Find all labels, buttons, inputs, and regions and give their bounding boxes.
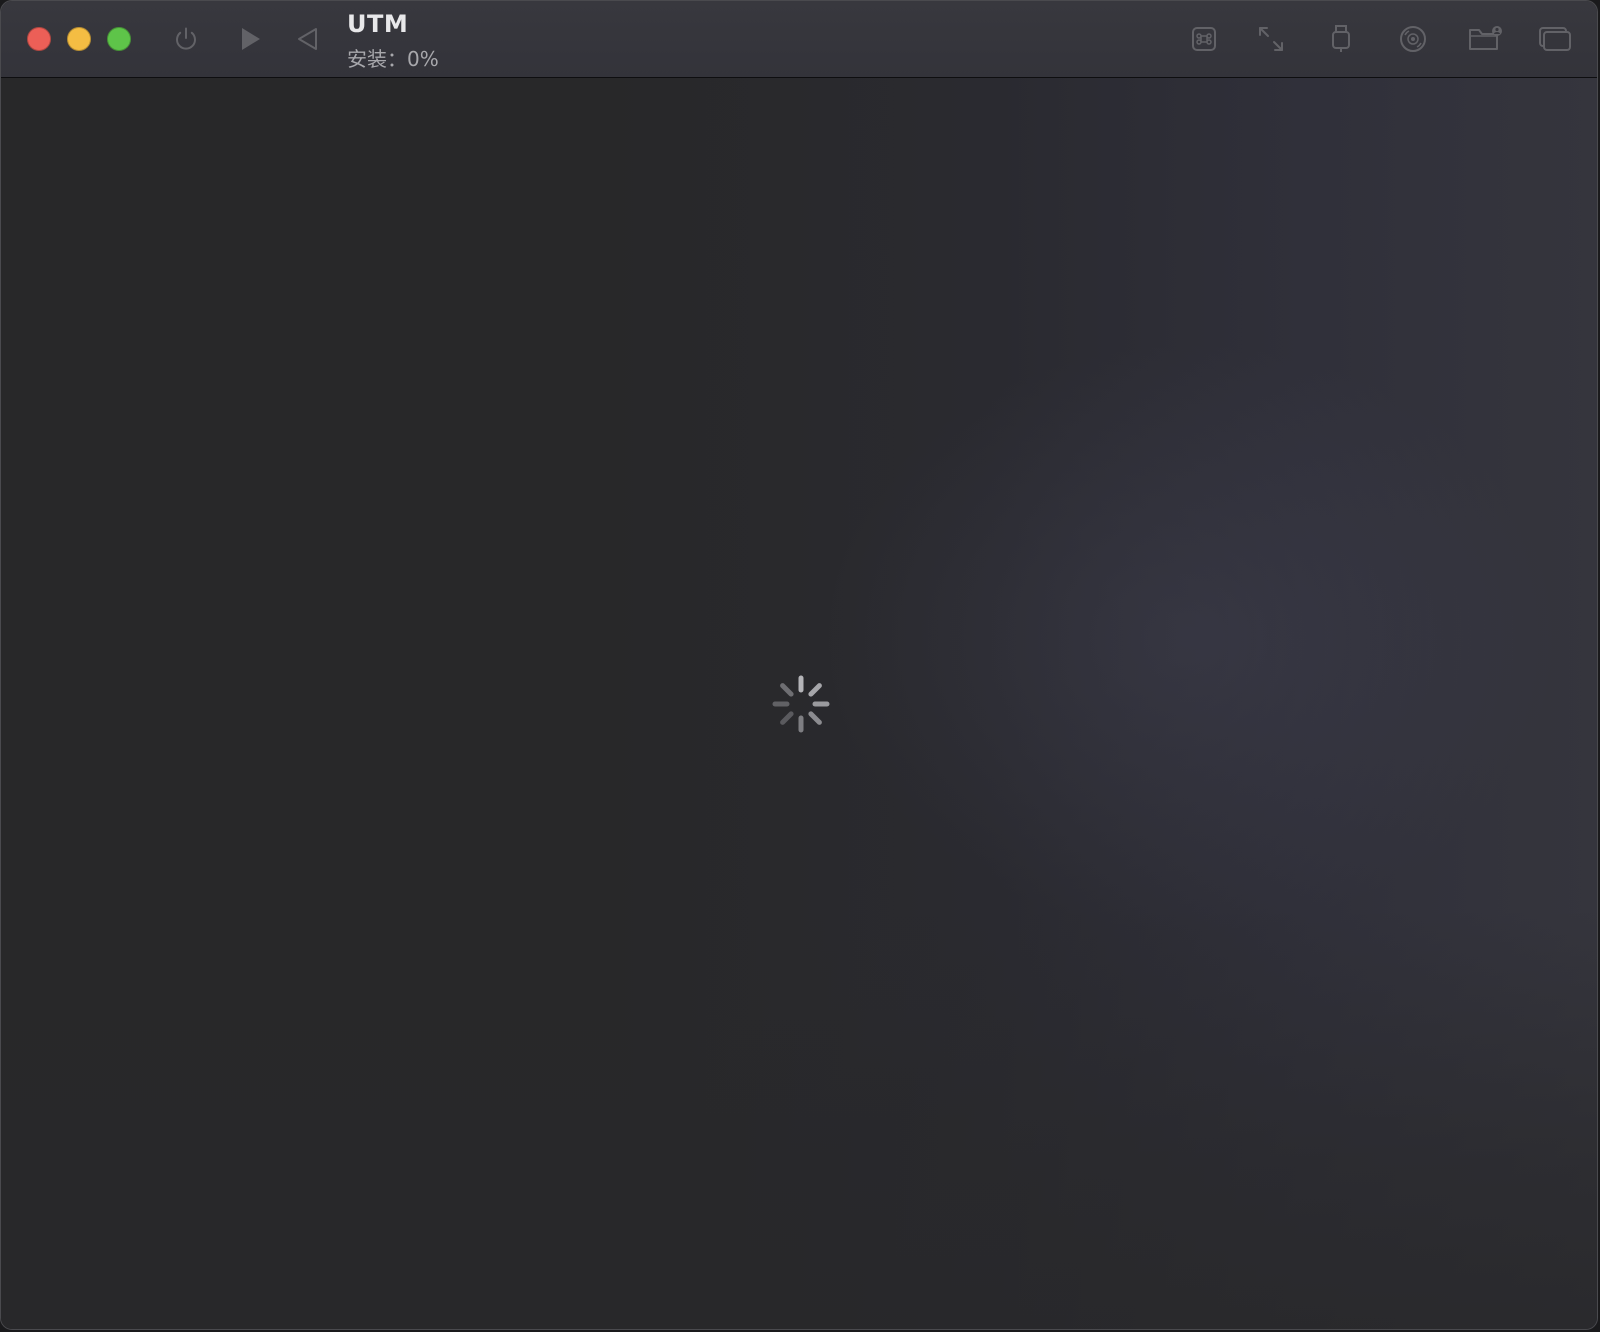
minimize-button[interactable] <box>67 27 91 51</box>
utm-window: UTM 安装：0% <box>0 0 1598 1330</box>
close-button[interactable] <box>27 27 51 51</box>
power-button[interactable] <box>166 19 206 59</box>
back-button[interactable] <box>288 19 328 59</box>
loading-spinner-icon <box>772 675 830 733</box>
shared-folder-button[interactable] <box>1465 19 1505 59</box>
command-key-icon <box>1192 27 1216 51</box>
resize-button[interactable] <box>1251 19 1291 59</box>
windows-button[interactable] <box>1535 19 1575 59</box>
disc-icon <box>1400 26 1426 52</box>
back-icon <box>298 28 317 50</box>
play-button[interactable] <box>230 19 270 59</box>
drive-button[interactable] <box>1393 19 1433 59</box>
usb-button[interactable] <box>1321 19 1361 59</box>
install-progress-status: 安装：0% <box>347 47 439 71</box>
play-icon <box>242 28 260 50</box>
capture-input-button[interactable] <box>1184 19 1224 59</box>
resize-icon <box>1259 27 1283 51</box>
windows-icon <box>1539 27 1571 51</box>
zoom-button[interactable] <box>107 27 131 51</box>
power-icon <box>176 27 196 50</box>
window-title: UTM <box>347 10 409 38</box>
usb-icon <box>1332 25 1350 52</box>
shared-folder-icon <box>1469 26 1502 50</box>
title-bar[interactable]: UTM 安装：0% <box>1 1 1597 78</box>
